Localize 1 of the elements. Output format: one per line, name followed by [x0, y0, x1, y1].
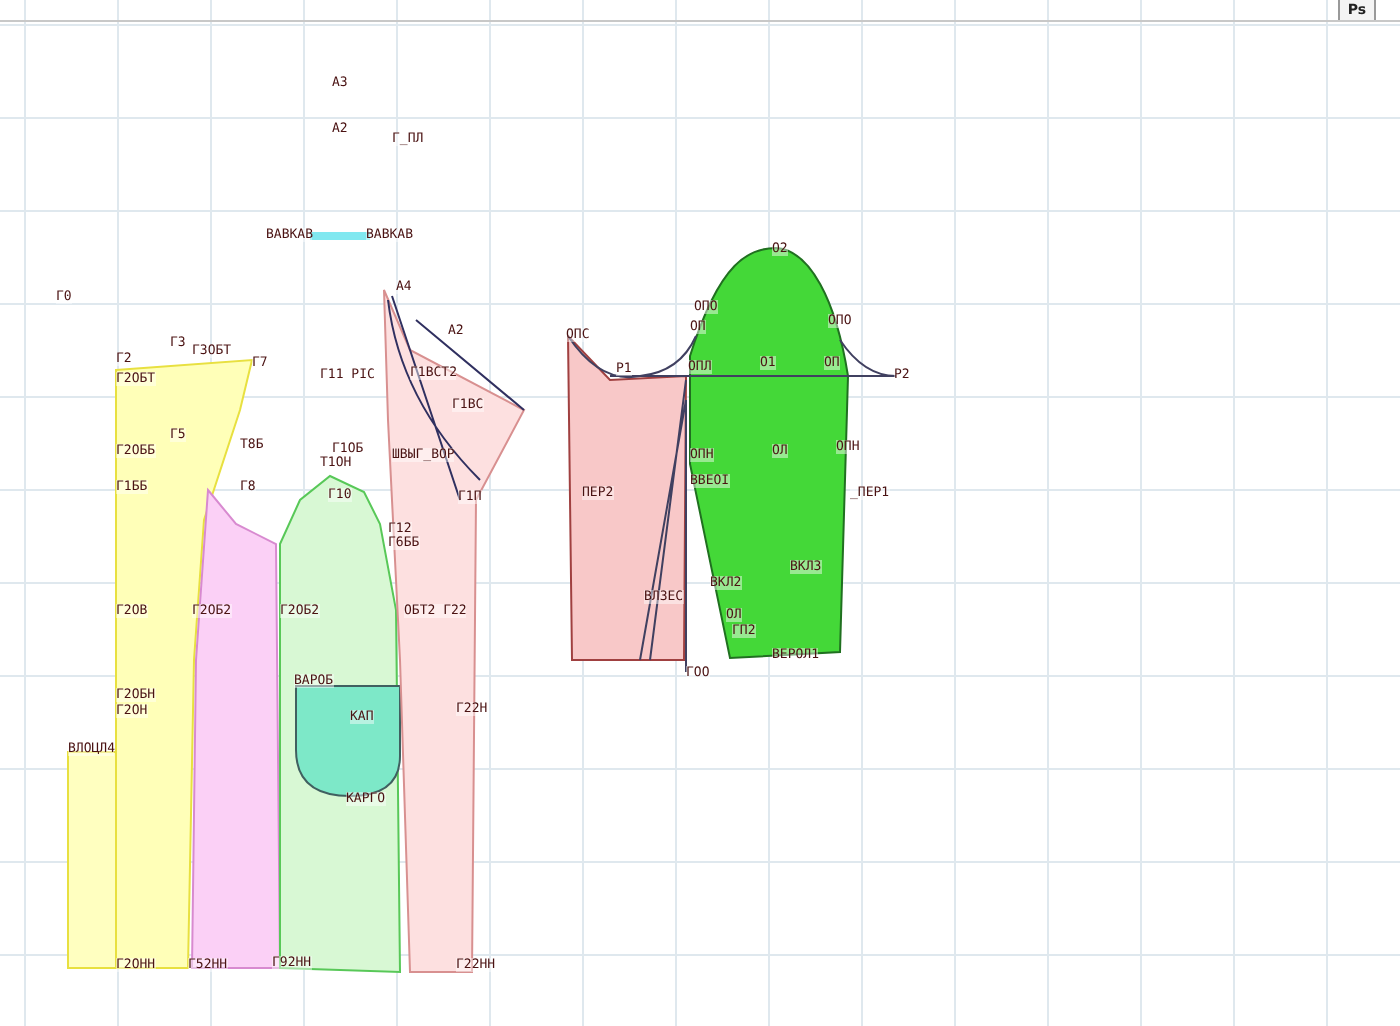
pattern-canvas[interactable]: [0, 0, 1400, 1026]
